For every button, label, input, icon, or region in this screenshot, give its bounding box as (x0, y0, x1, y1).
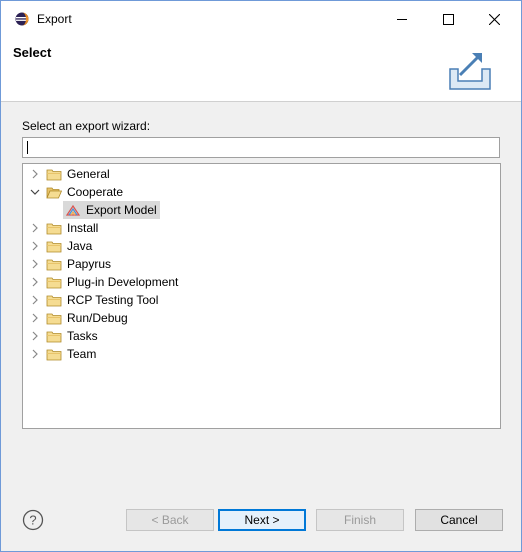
tree-item[interactable]: Plug-in Development (23, 273, 500, 291)
tree-item-label: Plug-in Development (67, 275, 179, 289)
tree-item[interactable]: Cooperate (23, 183, 500, 201)
export-wizard-icon (449, 53, 491, 90)
text-caret (27, 141, 28, 154)
wizard-prompt: Select an export wizard: (22, 119, 151, 133)
next-button[interactable]: Next > (218, 509, 306, 531)
folder-icon (46, 295, 62, 307)
tree-item-label: Export Model (86, 203, 157, 217)
folder-open-icon (46, 187, 62, 199)
wizard-tree[interactable]: General Cooperate Export Model Install Java P… (22, 163, 501, 429)
chevron-right-icon[interactable] (29, 222, 41, 234)
close-button[interactable] (471, 1, 517, 37)
tree-item[interactable]: Papyrus (23, 255, 500, 273)
eclipse-icon (15, 12, 29, 26)
folder-icon (46, 223, 62, 235)
close-icon (488, 13, 500, 25)
minimize-icon (397, 19, 407, 20)
export-dialog: Export Select Select an export wizard: G… (0, 0, 522, 552)
tree-item-label: Team (67, 347, 97, 361)
folder-icon (46, 241, 62, 253)
window-title: Export (37, 12, 72, 26)
cancel-button[interactable]: Cancel (415, 509, 503, 531)
tree-item-label: Run/Debug (67, 311, 128, 325)
folder-icon (46, 331, 62, 343)
tree-item-label: Cooperate (67, 185, 124, 199)
tree-item[interactable]: Tasks (23, 327, 500, 345)
svg-text:?: ? (29, 513, 36, 528)
maximize-icon (442, 13, 454, 25)
help-icon[interactable]: ? (22, 509, 44, 531)
tree-item[interactable]: General (23, 165, 500, 183)
tree-item-label: General (67, 167, 110, 181)
wizard-header: Select (1, 37, 521, 102)
tree-item-label: Tasks (67, 329, 98, 343)
folder-icon (46, 277, 62, 289)
tree-item-label: Java (67, 239, 93, 253)
tree-item[interactable]: Run/Debug (23, 309, 500, 327)
tree-item-label: Install (67, 221, 99, 235)
tree-item[interactable]: Install (23, 219, 500, 237)
tree-item[interactable]: Team (23, 345, 500, 363)
chevron-right-icon[interactable] (29, 258, 41, 270)
chevron-right-icon[interactable] (29, 276, 41, 288)
page-title: Select (13, 45, 52, 60)
tree-item[interactable]: Java (23, 237, 500, 255)
back-button[interactable]: < Back (126, 509, 214, 531)
folder-icon (46, 313, 62, 325)
export-model-icon (65, 204, 81, 216)
tree-item[interactable]: RCP Testing Tool (23, 291, 500, 309)
tree-item-label: RCP Testing Tool (67, 293, 159, 307)
folder-icon (46, 169, 62, 181)
tree-item[interactable]: Export Model (23, 201, 500, 219)
chevron-right-icon[interactable] (29, 330, 41, 342)
chevron-right-icon[interactable] (29, 294, 41, 306)
minimize-button[interactable] (379, 1, 425, 37)
finish-button[interactable]: Finish (316, 509, 404, 531)
folder-icon (46, 349, 62, 361)
filter-input[interactable] (22, 137, 500, 158)
chevron-right-icon[interactable] (29, 168, 41, 180)
title-bar[interactable]: Export (1, 1, 521, 37)
tree-item-label: Papyrus (67, 257, 112, 271)
chevron-right-icon[interactable] (29, 240, 41, 252)
maximize-button[interactable] (425, 1, 471, 37)
folder-icon (46, 259, 62, 271)
chevron-down-icon[interactable] (29, 186, 41, 198)
chevron-right-icon[interactable] (29, 348, 41, 360)
chevron-right-icon[interactable] (29, 312, 41, 324)
